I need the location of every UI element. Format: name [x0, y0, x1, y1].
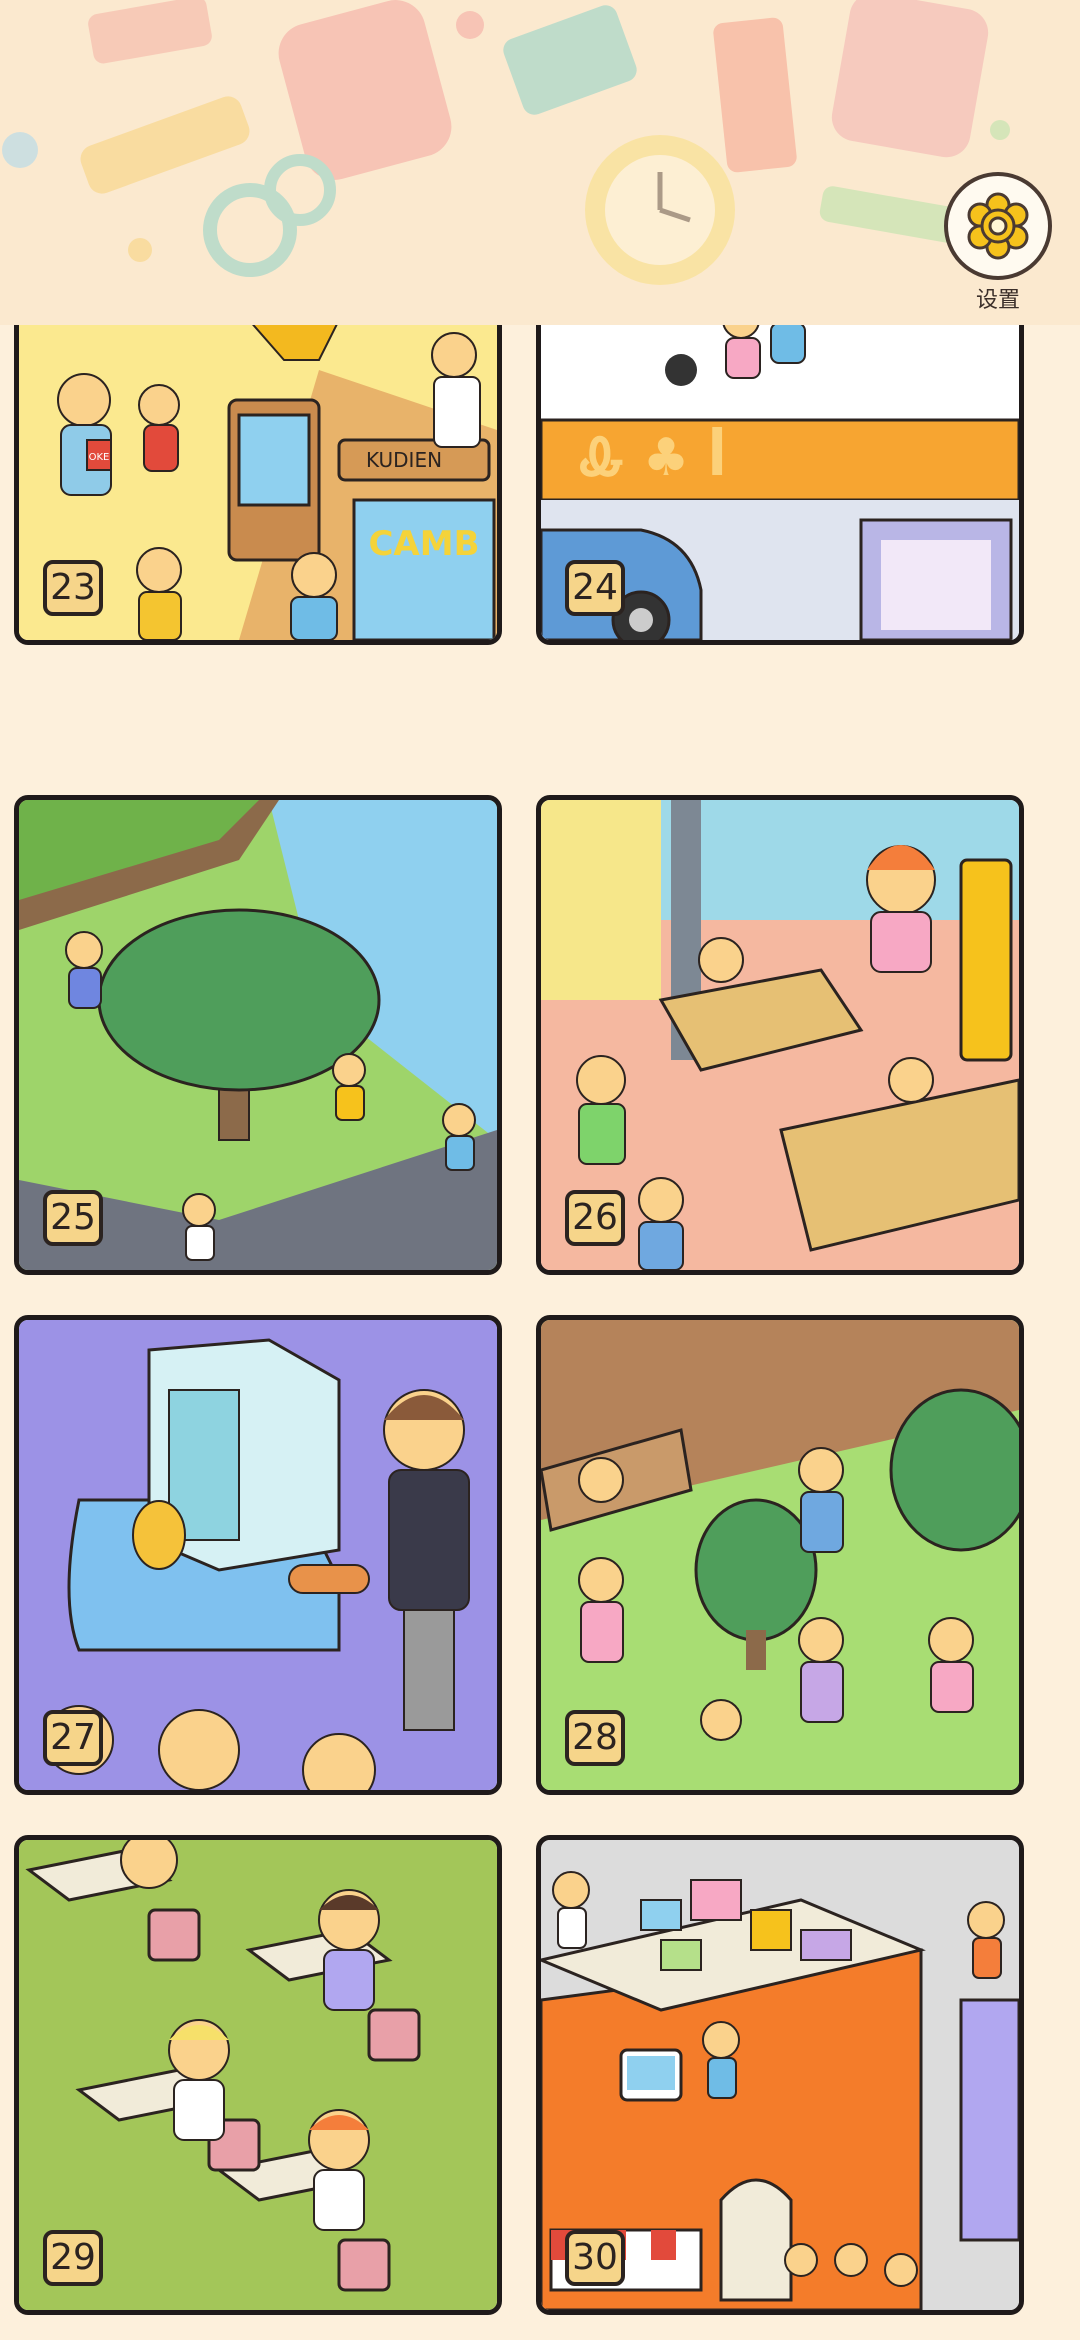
level-number-badge: 24: [565, 560, 625, 616]
level-card-26[interactable]: 26: [536, 795, 1024, 1275]
settings-label: 设置: [975, 288, 1020, 313]
level-number-badge: 23: [43, 560, 103, 616]
settings-button[interactable]: [944, 172, 1052, 280]
level-card-25[interactable]: 25: [14, 795, 502, 1275]
level-number-badge: 29: [43, 2230, 103, 2286]
level-number-badge: 26: [565, 1190, 625, 1246]
header-backdrop: [0, 0, 1080, 325]
level-number-badge: 28: [565, 1710, 625, 1766]
gear-flower-icon: [967, 192, 1029, 260]
level-card-24[interactable]: Ꮂ ♣ ꟾ 24: [536, 325, 1024, 645]
svg-text:Ꮂ ♣ ꟾ: Ꮂ ♣ ꟾ: [580, 426, 727, 488]
level-number-badge: 27: [43, 1710, 103, 1766]
level-number-badge: 25: [43, 1190, 103, 1246]
decorative-supplies: [2, 0, 1010, 285]
sign-camb: CAMB: [368, 524, 479, 564]
sign-kudien: KUDIEN: [366, 448, 442, 472]
level-card-28[interactable]: 28: [536, 1315, 1024, 1795]
book-label: OKE: [89, 452, 110, 463]
level-card-23[interactable]: KUDIEN CAMB OKE 23: [14, 325, 502, 645]
level-grid: KUDIEN CAMB OKE 23 Ꮂ ♣ ꟾ 24 25 26 27 28 …: [0, 325, 1080, 2340]
level-card-29[interactable]: 29: [14, 1835, 502, 2315]
level-card-27[interactable]: 27: [14, 1315, 502, 1795]
level-card-30[interactable]: 30: [536, 1835, 1024, 2315]
level-number-badge: 30: [565, 2230, 625, 2286]
